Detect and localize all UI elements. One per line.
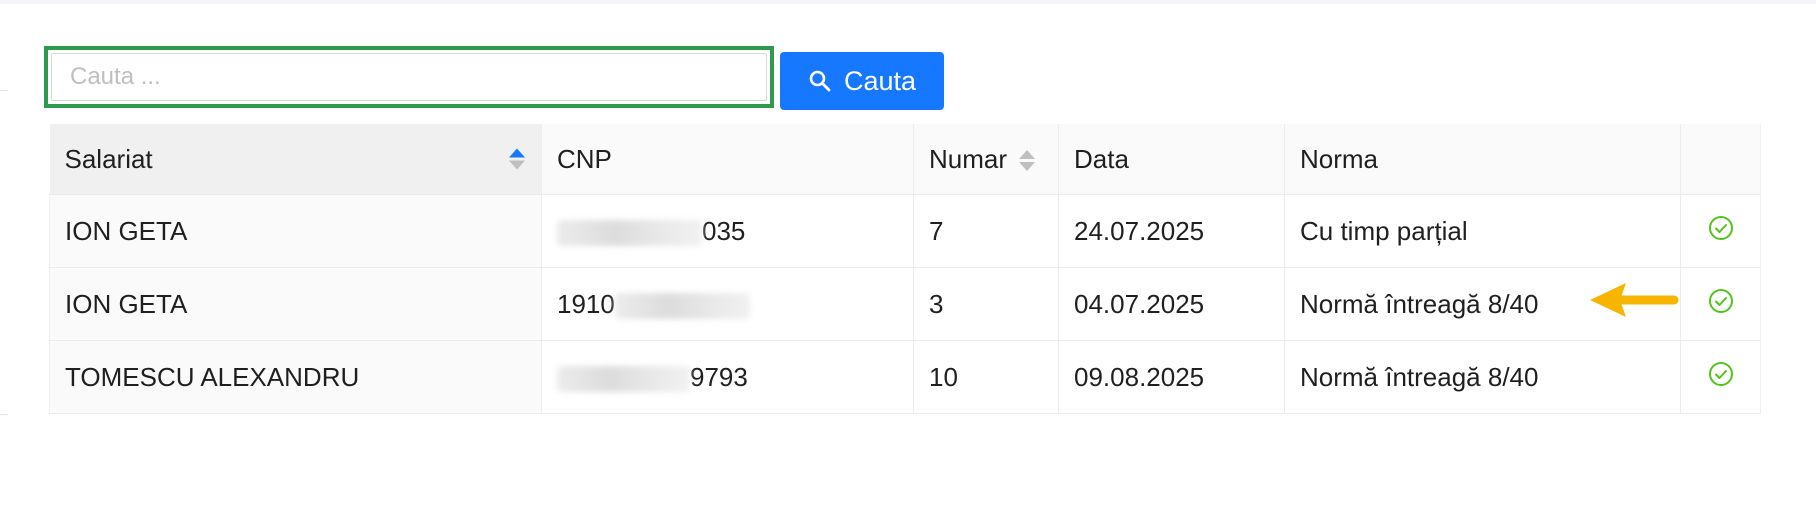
column-header-norma: Norma [1284, 124, 1681, 195]
search-input-highlight [44, 46, 774, 108]
page-canvas: Cauta Salariat CNP [0, 4, 1816, 518]
table-row[interactable]: ION GETA 035 7 24.07.2025 Cu timp parția… [49, 194, 1761, 268]
divider [0, 90, 8, 91]
check-circle-icon[interactable] [1708, 215, 1734, 248]
table-row[interactable]: ION GETA 1910 3 04.07.2025 Normă întreag… [49, 267, 1761, 341]
arrow-left-icon [1588, 282, 1680, 327]
column-header-cnp: CNP [541, 124, 914, 195]
cell-numar: 7 [913, 194, 1059, 268]
cell-cnp: 035 [541, 194, 914, 268]
cell-norma: Cu timp parțial [1284, 194, 1681, 268]
column-header-label: Norma [1300, 143, 1379, 174]
search-input[interactable] [51, 53, 767, 101]
cell-salariat: ION GETA [49, 194, 542, 268]
column-header-data: Data [1058, 124, 1285, 195]
cell-numar: 10 [913, 340, 1059, 414]
column-header-label: Salariat [64, 143, 153, 174]
column-header-actions [1680, 124, 1761, 195]
redacted-text [557, 365, 690, 392]
cell-status[interactable] [1680, 194, 1761, 268]
cell-salariat: TOMESCU ALEXANDRU [49, 340, 542, 414]
employees-table: Salariat CNP Numar Data Norma ION GETA 0… [49, 124, 1761, 414]
cnp-visible-digits: 035 [702, 215, 746, 246]
check-circle-icon[interactable] [1708, 361, 1734, 394]
column-header-label: CNP [557, 143, 612, 174]
cell-data: 04.07.2025 [1058, 267, 1285, 341]
column-header-label: Numar [929, 143, 1008, 174]
redacted-text [614, 292, 750, 319]
cell-status[interactable] [1680, 340, 1761, 414]
cell-numar: 3 [913, 267, 1059, 341]
cell-data: 24.07.2025 [1058, 194, 1285, 268]
table-header-row: Salariat CNP Numar Data Norma [49, 124, 1761, 195]
column-header-numar[interactable]: Numar [913, 124, 1059, 195]
cell-status[interactable] [1680, 267, 1761, 341]
sort-icon[interactable] [509, 148, 525, 170]
divider [0, 414, 8, 415]
search-icon [808, 69, 832, 93]
check-circle-icon[interactable] [1708, 288, 1734, 321]
cell-cnp: 9793 [541, 340, 914, 414]
search-button-label: Cauta [843, 65, 917, 96]
table-row[interactable]: TOMESCU ALEXANDRU 9793 10 09.08.2025 Nor… [49, 340, 1761, 414]
redacted-text [557, 219, 702, 246]
cnp-visible-digits: 1910 [557, 288, 615, 319]
search-button[interactable]: Cauta [780, 52, 944, 110]
sort-icon[interactable] [1019, 150, 1036, 172]
column-header-label: Data [1074, 143, 1129, 174]
search-bar: Cauta [44, 46, 944, 110]
column-header-salariat[interactable]: Salariat [49, 124, 542, 195]
cnp-visible-digits: 9793 [690, 361, 748, 392]
cell-salariat: ION GETA [49, 267, 542, 341]
cell-norma: Normă întreagă 8/40 [1284, 340, 1681, 414]
cell-cnp: 1910 [541, 267, 914, 341]
cell-data: 09.08.2025 [1058, 340, 1285, 414]
